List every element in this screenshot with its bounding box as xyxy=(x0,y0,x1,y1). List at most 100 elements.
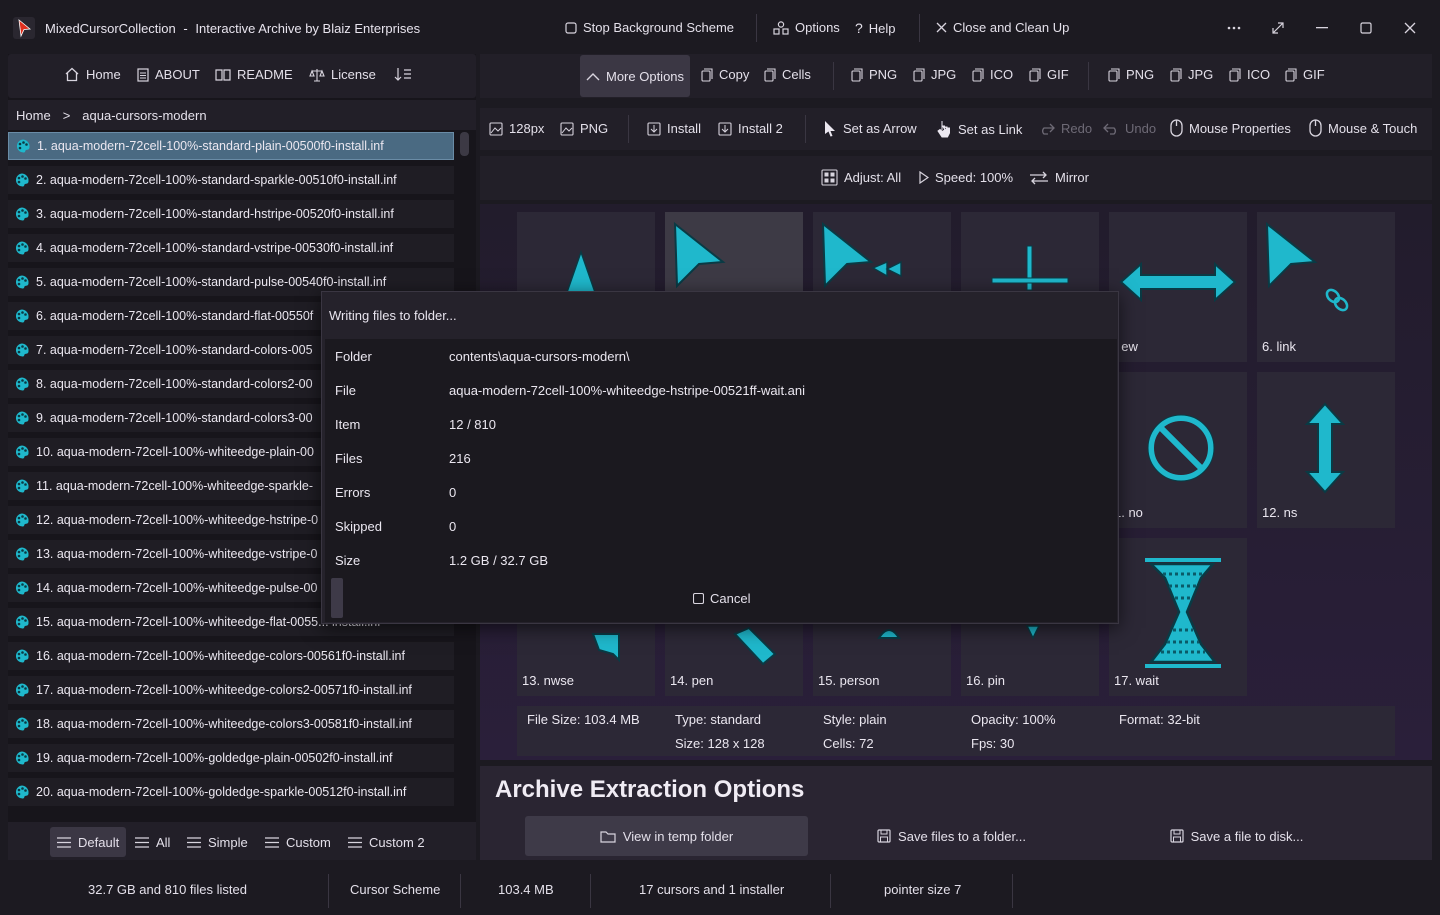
divider xyxy=(628,115,629,143)
home-button[interactable]: Home xyxy=(64,67,121,82)
install2-button[interactable]: Install 2 xyxy=(718,121,783,136)
divider xyxy=(460,874,461,908)
sort-button[interactable] xyxy=(394,67,412,81)
cursor-cell[interactable]: 17. wait xyxy=(1109,538,1247,696)
close-and-clean-up-button[interactable]: Close and Clean Up xyxy=(936,20,1069,35)
cells-jpg-button[interactable]: JPG xyxy=(1170,67,1213,82)
copy-button[interactable]: Copy xyxy=(701,67,749,82)
speed-button[interactable]: Speed: 100% xyxy=(919,170,1013,185)
breadcrumb-home[interactable]: Home xyxy=(16,108,51,123)
options-button[interactable]: Options xyxy=(773,20,840,35)
file-list-item[interactable]: 2. aqua-modern-72cell-100%-standard-spar… xyxy=(8,166,454,194)
readme-button[interactable]: README xyxy=(215,67,293,82)
palette-icon xyxy=(14,240,30,256)
checkbox-icon xyxy=(693,593,704,604)
status-scheme: Cursor Scheme xyxy=(350,882,441,897)
info-style: Style: plain xyxy=(823,712,887,727)
save-files-to-folder-button[interactable]: Save files to a folder... xyxy=(810,816,1093,856)
file-list-item[interactable]: 18. aqua-modern-72cell-100%-whiteedge-co… xyxy=(8,710,454,738)
maximize-icon[interactable] xyxy=(1356,18,1376,38)
view-custom2-button[interactable]: Custom 2 xyxy=(341,827,432,857)
window-close-icon[interactable] xyxy=(1400,18,1420,38)
view-in-temp-folder-button[interactable]: View in temp folder xyxy=(525,816,808,856)
divider xyxy=(590,874,591,908)
cells-png-button[interactable]: PNG xyxy=(1108,67,1154,82)
status-bar: 32.7 GB and 810 files listed Cursor Sche… xyxy=(0,872,1440,908)
png-label: PNG xyxy=(869,67,898,82)
palette-icon xyxy=(14,172,30,188)
save-png-button[interactable]: PNG xyxy=(560,121,608,136)
save-folder-label: Save files to a folder... xyxy=(898,828,1026,844)
checkbox-icon xyxy=(565,21,577,34)
palette-icon xyxy=(14,648,30,664)
fullscreen-icon[interactable] xyxy=(1268,18,1288,38)
cursor-cell[interactable]: 12. ns xyxy=(1257,372,1395,528)
cursor-cell[interactable]: 6. link xyxy=(1257,212,1395,362)
set-as-link-button[interactable]: Set as Link xyxy=(936,120,1022,138)
divider xyxy=(833,62,834,90)
file-list-item[interactable]: 3. aqua-modern-72cell-100%-standard-hstr… xyxy=(8,200,454,228)
list-scrollbar-thumb[interactable] xyxy=(460,132,469,156)
undo-button[interactable]: Undo xyxy=(1103,121,1156,136)
view-all-button[interactable]: All xyxy=(128,827,177,857)
set-as-arrow-button[interactable]: Set as Arrow xyxy=(823,120,917,137)
readme-label: README xyxy=(237,67,293,82)
file-list-item[interactable]: 1. aqua-modern-72cell-100%-standard-plai… xyxy=(8,132,454,160)
close-cleanup-label: Close and Clean Up xyxy=(953,20,1070,35)
divider xyxy=(805,115,806,143)
set-link-label: Set as Link xyxy=(958,121,1023,137)
palette-icon xyxy=(14,512,30,528)
cells-button[interactable]: Cells xyxy=(764,67,811,82)
copy-icon xyxy=(1285,67,1297,82)
file-list-item[interactable]: 4. aqua-modern-72cell-100%-standard-vstr… xyxy=(8,234,454,262)
cells-ico-button[interactable]: ICO xyxy=(1229,67,1270,82)
info-type: Type: standard xyxy=(675,712,761,727)
copy-icon xyxy=(1229,67,1241,82)
view-simple-button[interactable]: Simple xyxy=(180,827,255,857)
palette-icon xyxy=(14,750,30,766)
palette-icon xyxy=(15,138,31,154)
more-options-button[interactable]: More Options xyxy=(580,55,691,97)
copy-png-button[interactable]: PNG xyxy=(851,67,897,82)
breadcrumb-separator: > xyxy=(62,108,71,123)
mirror-button[interactable]: Mirror xyxy=(1029,170,1089,185)
cells-gif-button[interactable]: GIF xyxy=(1285,67,1325,82)
view-default-button[interactable]: Default xyxy=(50,827,127,857)
cursor-cell[interactable]: 1. no xyxy=(1109,372,1247,528)
copy-gif-button[interactable]: GIF xyxy=(1029,67,1069,82)
save-file-to-disk-button[interactable]: Save a file to disk... xyxy=(1095,816,1378,856)
about-button[interactable]: ABOUT xyxy=(137,67,200,82)
copy-ico-button[interactable]: ICO xyxy=(972,67,1013,82)
view-default-label: Default xyxy=(78,834,120,850)
adjust-button[interactable]: Adjust: All xyxy=(821,169,901,186)
file-list-item[interactable]: 20. aqua-modern-72cell-100%-goldedge-spa… xyxy=(8,778,454,806)
mouse-touch-button[interactable]: Mouse & Touch xyxy=(1309,119,1417,137)
title-bar: MixedCursorCollection - Interactive Arch… xyxy=(0,0,1440,56)
status-size: 103.4 MB xyxy=(498,882,554,897)
archive-title: Archive Extraction Options xyxy=(495,776,805,803)
row-label: Skipped xyxy=(335,519,382,534)
status-cursors: 17 cursors and 1 installer xyxy=(639,882,785,897)
license-button[interactable]: License xyxy=(309,67,376,82)
cursor-cell[interactable]: . ew xyxy=(1109,212,1247,362)
more-icon[interactable] xyxy=(1224,18,1244,38)
file-list-item[interactable]: 19. aqua-modern-72cell-100%-goldedge-pla… xyxy=(8,744,454,772)
file-list-item[interactable]: 17. aqua-modern-72cell-100%-whiteedge-co… xyxy=(8,676,454,704)
view-custom-button[interactable]: Custom xyxy=(258,827,338,857)
file-list-item[interactable]: 16. aqua-modern-72cell-100%-whiteedge-co… xyxy=(8,642,454,670)
breadcrumb-current[interactable]: aqua-cursors-modern xyxy=(82,108,206,123)
size-button[interactable]: 128px xyxy=(489,121,544,136)
help-button[interactable]: ? Help xyxy=(855,20,896,36)
copy-jpg-button[interactable]: JPG xyxy=(913,67,956,82)
mouse-properties-button[interactable]: Mouse Properties xyxy=(1170,119,1291,137)
info-file-size: File Size: 103.4 MB xyxy=(527,712,640,727)
redo-button[interactable]: Redo xyxy=(1039,121,1092,136)
divider xyxy=(1012,874,1013,908)
cancel-button[interactable]: Cancel xyxy=(693,591,750,606)
install-button[interactable]: Install xyxy=(647,121,701,136)
mirror-icon xyxy=(1029,171,1049,185)
stop-background-scheme-button[interactable]: Stop Background Scheme xyxy=(565,20,734,35)
file-name: 12. aqua-modern-72cell-100%-whiteedge-hs… xyxy=(36,513,319,527)
cursor-caption: 16. pin xyxy=(966,673,1006,688)
minimize-icon[interactable] xyxy=(1312,18,1332,38)
